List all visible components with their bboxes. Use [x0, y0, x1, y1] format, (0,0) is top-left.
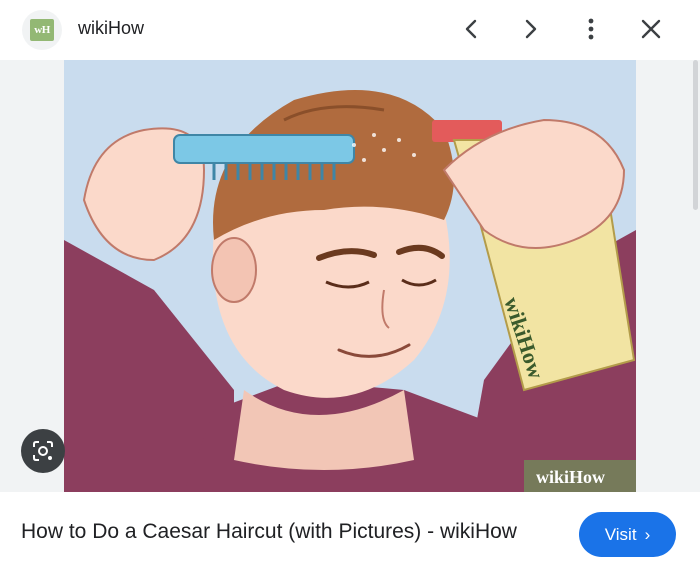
lens-icon — [33, 441, 53, 461]
next-button[interactable] — [516, 14, 546, 44]
close-button[interactable] — [636, 14, 666, 44]
site-name[interactable]: wikiHow — [78, 18, 144, 39]
chevron-left-icon — [465, 19, 477, 39]
chevron-right-icon — [525, 19, 537, 39]
lens-search-button[interactable] — [21, 429, 65, 473]
viewer-header: wH wikiHow — [0, 0, 700, 58]
previous-button[interactable] — [456, 14, 486, 44]
image-caption[interactable]: How to Do a Caesar Haircut (with Picture… — [21, 520, 517, 544]
more-options-button[interactable] — [576, 14, 606, 44]
chevron-right-icon: › — [644, 524, 651, 544]
more-vert-icon — [588, 18, 594, 40]
visit-button[interactable]: Visit › — [579, 512, 676, 557]
preview-image[interactable]: wikiHow wikiHow — [64, 60, 636, 492]
close-icon — [641, 19, 661, 39]
image-stage: wikiHow wikiHow — [0, 60, 700, 492]
site-favicon[interactable]: wH — [22, 10, 62, 50]
haircut-illustration: wikiHow wikiHow — [64, 60, 636, 492]
wikihow-logo: wH — [30, 19, 54, 41]
scrollbar[interactable] — [693, 60, 698, 210]
image-watermark: wikiHow — [536, 467, 605, 487]
visit-label: Visit — [604, 524, 637, 544]
